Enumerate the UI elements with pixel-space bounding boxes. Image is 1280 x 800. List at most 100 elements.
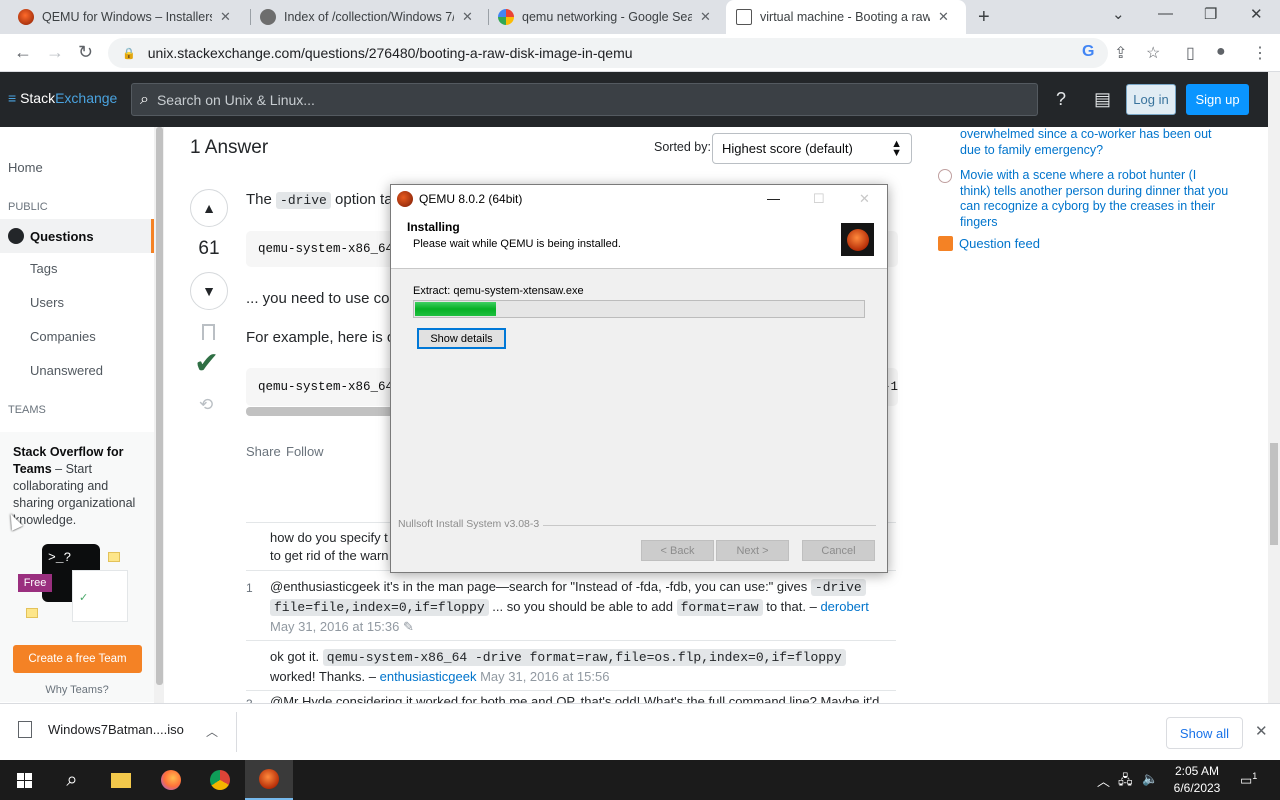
bookmark-star-icon[interactable]: ☆ [1146, 43, 1160, 63]
windows-taskbar: ⌕ ︿ 🖧 🔈 2:05 AM 6/6/2023 ▭1 [0, 760, 1280, 800]
file-icon [18, 721, 32, 738]
vote-count: 61 [198, 238, 220, 259]
show-all-downloads-button[interactable]: Show all [1166, 717, 1243, 749]
browser-menu-icon[interactable]: ⋮ [1252, 43, 1268, 63]
minimize-icon[interactable]: — [1158, 5, 1173, 22]
why-teams-link[interactable]: Why Teams? [0, 684, 154, 696]
comment-date[interactable]: May 31, 2016 at 15:36 [270, 619, 399, 634]
close-tab-icon[interactable]: ✕ [220, 9, 231, 25]
new-tab-plus-icon[interactable]: + [978, 6, 990, 29]
taskbar-qemu-installer[interactable] [245, 760, 293, 800]
taskbar-clock[interactable]: 2:05 AM 6/6/2023 [1166, 763, 1228, 797]
back-arrow-icon[interactable]: ← [14, 42, 32, 63]
side-panel-icon[interactable]: ▯ [1186, 43, 1195, 63]
edit-pencil-icon[interactable]: ✎ [403, 619, 414, 634]
free-badge: Free [18, 574, 52, 592]
comment-date[interactable]: May 31, 2016 at 15:56 [480, 669, 609, 684]
site-switcher-icon[interactable]: ▤ [1094, 89, 1111, 110]
tab-google-search[interactable]: qemu networking - Google Searc ✕ [488, 0, 721, 34]
answer-text: The [246, 191, 272, 208]
close-tab-icon[interactable]: ✕ [462, 9, 473, 25]
clock-time: 2:05 AM [1174, 764, 1220, 778]
nav-companies[interactable]: Companies [30, 329, 96, 344]
dialog-titlebar[interactable]: QEMU 8.0.2 (64bit) — ☐ ✕ [391, 185, 887, 213]
browser-tab-strip: QEMU for Windows – Installers ( ✕ Index … [0, 0, 1280, 34]
tab-title: qemu networking - Google Searc [522, 10, 692, 24]
create-free-team-button[interactable]: Create a free Team [13, 645, 142, 673]
question-feed-link[interactable]: Question feed [938, 236, 1040, 251]
chevron-up-icon[interactable]: ︿ [206, 723, 218, 740]
tab-search-chevron-icon[interactable]: ⌄ [1112, 5, 1125, 23]
window-close-icon[interactable]: ✕ [1250, 5, 1263, 23]
sidebar-scrollbar-thumb[interactable] [156, 127, 163, 685]
answer-paragraph-3: For example, here is o [246, 329, 396, 346]
nav-questions[interactable]: Questions [0, 219, 154, 253]
browser-toolbar: ← → ↻ 🔒 unix.stackexchange.com/questions… [0, 34, 1280, 72]
page-scrollbar-thumb[interactable] [1270, 443, 1278, 545]
comment-item: 3 @Mr Hyde considering it worked for bot… [246, 690, 896, 703]
google-lens-icon[interactable]: G [1082, 43, 1094, 61]
accepted-answer-check-icon: ✔ [194, 347, 220, 380]
code-horizontal-scrollbar[interactable] [246, 407, 396, 416]
bookmark-icon[interactable] [202, 324, 215, 340]
nav-home[interactable]: Home [8, 160, 43, 175]
cancel-button[interactable]: Cancel [802, 540, 875, 561]
network-icon[interactable]: 🖧 [1118, 771, 1133, 793]
close-tab-icon[interactable]: ✕ [700, 9, 711, 25]
taskbar-search-button[interactable]: ⌕ [48, 760, 96, 800]
site-search-input[interactable]: ⌕ Search on Unix & Linux... [131, 83, 1038, 116]
tab-qemu-installers[interactable]: QEMU for Windows – Installers ( ✕ [8, 0, 241, 34]
lock-icon[interactable]: 🔒 [122, 47, 136, 60]
hot-question-link[interactable]: overwhelmed since a co-worker has been o… [938, 127, 1238, 159]
back-button[interactable]: < Back [641, 540, 714, 561]
taskbar-file-explorer[interactable] [97, 760, 145, 800]
follow-link[interactable]: Follow [286, 444, 324, 459]
show-details-button[interactable]: Show details [417, 328, 506, 349]
extract-status-label: Extract: qemu-system-xtensaw.exe [413, 285, 584, 297]
forward-arrow-icon[interactable]: → [46, 42, 64, 63]
comment-user-link[interactable]: derobert [820, 599, 868, 614]
history-icon[interactable]: ⟲ [199, 395, 213, 415]
dialog-minimize-icon[interactable]: — [767, 191, 780, 206]
page-scrollbar-track[interactable] [1268, 72, 1280, 703]
divider [236, 712, 237, 752]
download-item[interactable]: Windows7Batman....iso [18, 721, 184, 738]
tab-virtual-machine-active[interactable]: virtual machine - Booting a raw d ✕ [726, 0, 966, 34]
close-download-bar-icon[interactable]: ✕ [1255, 722, 1268, 740]
comment-text: how do you specify t [270, 530, 388, 545]
profile-avatar-icon[interactable]: ● [1216, 43, 1226, 61]
close-tab-icon[interactable]: ✕ [938, 9, 949, 25]
nav-unanswered[interactable]: Unanswered [30, 363, 103, 378]
globe-icon [8, 228, 24, 244]
notification-center-icon[interactable]: ▭1 [1240, 771, 1257, 788]
tray-chevron-up-icon[interactable]: ︿ [1097, 771, 1110, 790]
stackexchange-logo[interactable]: ≡ StackExchange [8, 90, 117, 106]
hot-question-link[interactable]: Movie with a scene where a robot hunter … [938, 168, 1238, 229]
qemu-installer-dialog: QEMU 8.0.2 (64bit) — ☐ ✕ Installing Plea… [390, 184, 888, 573]
start-button[interactable] [0, 760, 48, 800]
sort-order-select[interactable]: Highest score (default) ▲ ▼ [712, 133, 912, 164]
help-icon[interactable]: ? [1056, 89, 1066, 110]
downvote-button[interactable]: ▼ [190, 272, 228, 310]
comment-score: 3 [246, 695, 258, 703]
upvote-button[interactable]: ▲ [190, 189, 228, 227]
login-button[interactable]: Log in [1126, 84, 1176, 115]
address-bar[interactable]: 🔒 unix.stackexchange.com/questions/27648… [108, 38, 1108, 68]
taskbar-firefox[interactable] [147, 760, 195, 800]
inline-code: -drive [276, 192, 331, 209]
nav-users[interactable]: Users [30, 295, 64, 310]
reload-icon[interactable]: ↻ [78, 42, 93, 63]
volume-muted-icon[interactable]: 🔈 [1142, 771, 1158, 787]
next-button[interactable]: Next > [716, 540, 789, 561]
nav-tags[interactable]: Tags [30, 261, 57, 276]
signup-button[interactable]: Sign up [1186, 84, 1249, 115]
installer-header: Installing Please wait while QEMU is bei… [391, 213, 887, 269]
taskbar-chrome[interactable] [196, 760, 244, 800]
restore-icon[interactable]: ❐ [1204, 5, 1217, 23]
tab-index-collection[interactable]: Index of /collection/Windows 7/ ✕ [250, 0, 483, 34]
share-link[interactable]: Share [246, 444, 281, 459]
comment-text: worked! Thanks. – [270, 669, 376, 684]
comment-user-link[interactable]: enthusiasticgeek [380, 669, 477, 684]
share-icon[interactable]: ⇪ [1114, 43, 1127, 63]
folder-icon [111, 772, 131, 788]
